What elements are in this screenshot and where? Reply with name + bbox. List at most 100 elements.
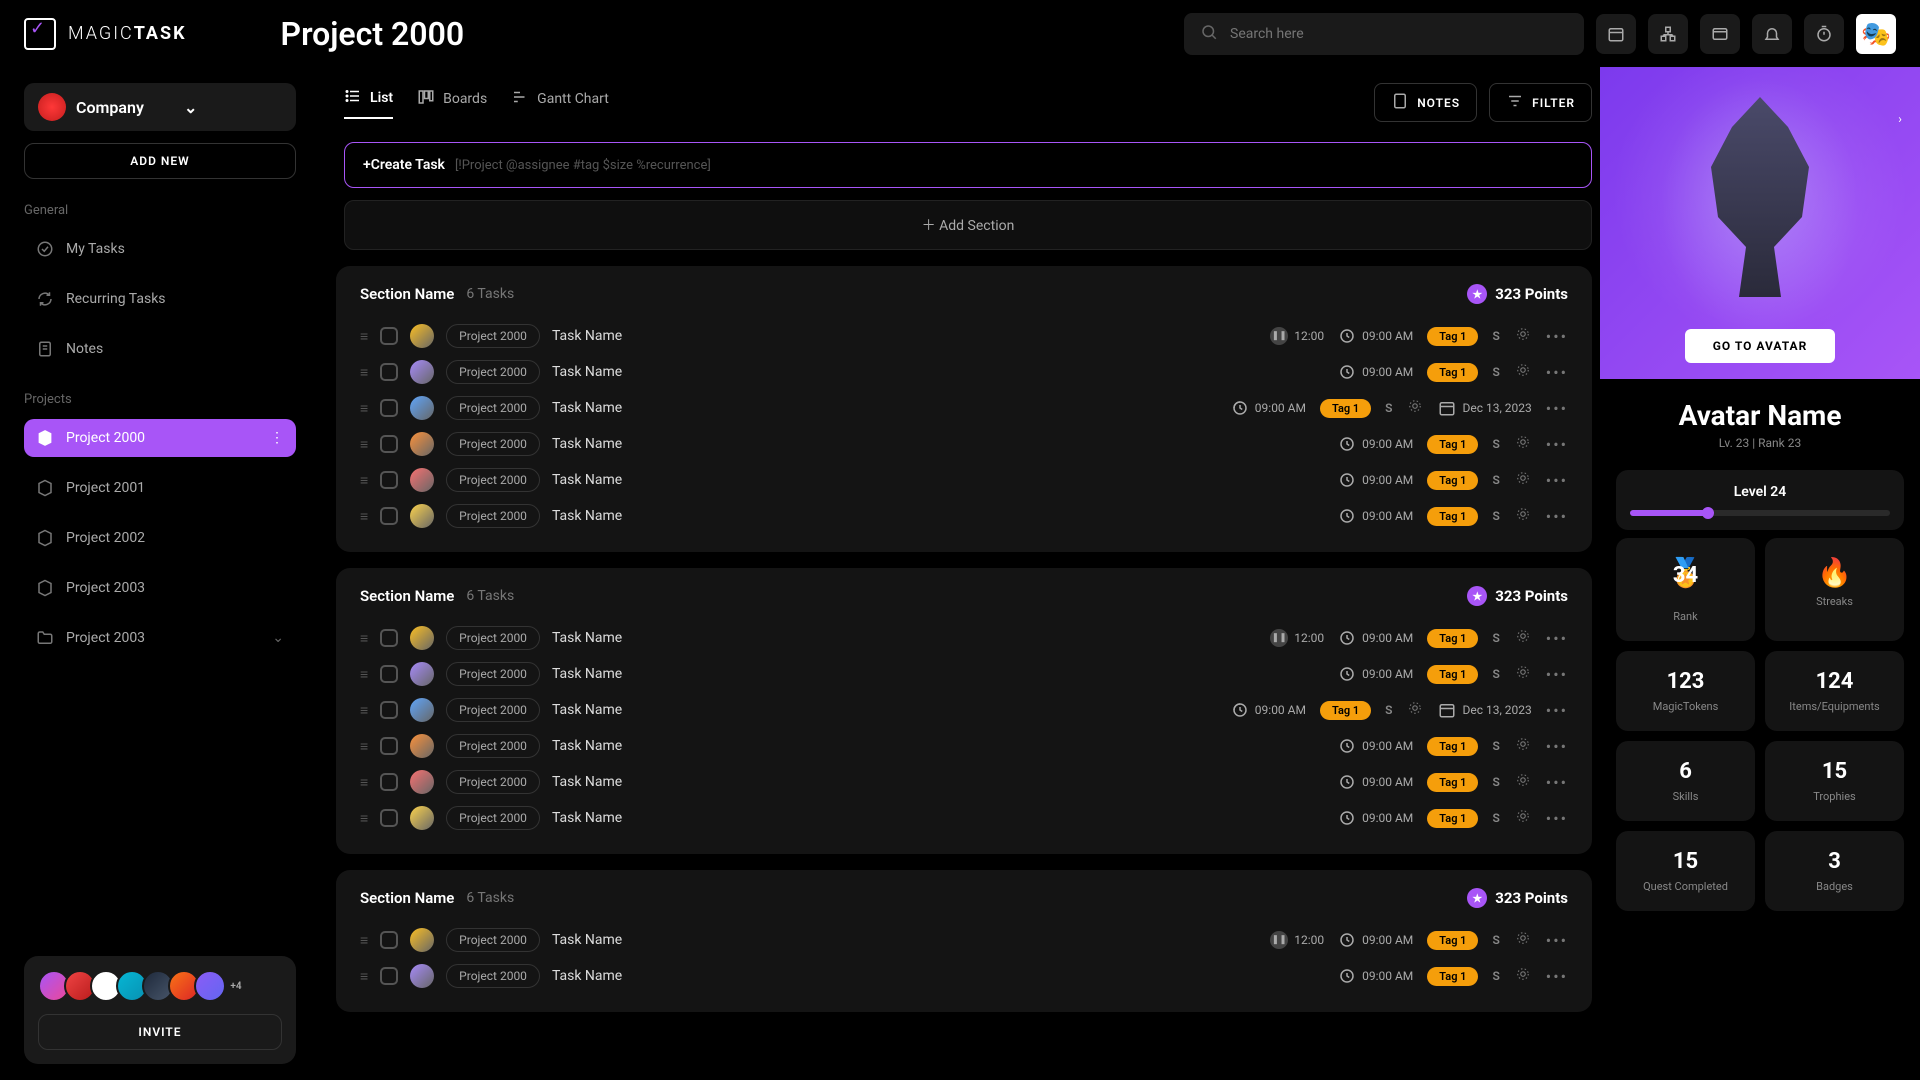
- task-name[interactable]: Task Name: [552, 508, 622, 524]
- assignee-avatar[interactable]: [410, 964, 434, 988]
- user-avatar[interactable]: 🎭: [1856, 14, 1896, 54]
- task-name[interactable]: Task Name: [552, 472, 622, 488]
- drag-handle[interactable]: ≡: [360, 436, 368, 453]
- task-name[interactable]: Task Name: [552, 630, 622, 646]
- assignee-avatar[interactable]: [410, 468, 434, 492]
- assignee-avatar[interactable]: [410, 770, 434, 794]
- ai-icon[interactable]: [1514, 965, 1532, 987]
- stat-streaks[interactable]: 🔥 Streaks: [1765, 538, 1904, 641]
- task-name[interactable]: Task Name: [552, 328, 622, 344]
- task-more-button[interactable]: •••: [1546, 737, 1568, 756]
- task-checkbox[interactable]: [380, 665, 398, 683]
- assignee-avatar[interactable]: [410, 928, 434, 952]
- stat-rank[interactable]: 🏅 34 Rank: [1616, 538, 1755, 641]
- task-tag[interactable]: Tag 1: [1427, 363, 1478, 382]
- search-input[interactable]: [1230, 26, 1568, 42]
- task-tag[interactable]: Tag 1: [1427, 967, 1478, 986]
- timer-button[interactable]: [1804, 14, 1844, 54]
- task-more-button[interactable]: •••: [1546, 399, 1568, 418]
- tab-boards[interactable]: Boards: [417, 88, 487, 118]
- drag-handle[interactable]: ≡: [360, 666, 368, 683]
- project-chip[interactable]: Project 2000: [446, 504, 540, 528]
- ai-icon[interactable]: [1406, 397, 1424, 419]
- assignee-avatar[interactable]: [410, 432, 434, 456]
- task-tag[interactable]: Tag 1: [1320, 701, 1371, 720]
- task-tag[interactable]: Tag 1: [1320, 399, 1371, 418]
- task-tag[interactable]: Tag 1: [1427, 737, 1478, 756]
- sidebar-item-recurring[interactable]: Recurring Tasks: [24, 280, 296, 318]
- sidebar-item-project-2002[interactable]: Project 2002: [24, 519, 296, 557]
- drag-handle[interactable]: ≡: [360, 738, 368, 755]
- task-name[interactable]: Task Name: [552, 702, 622, 718]
- stat-quests[interactable]: 15 Quest Completed: [1616, 831, 1755, 911]
- sidebar-item-my-tasks[interactable]: My Tasks: [24, 230, 296, 268]
- task-name[interactable]: Task Name: [552, 666, 622, 682]
- more-icon[interactable]: ⋮: [270, 430, 284, 446]
- task-name[interactable]: Task Name: [552, 738, 622, 754]
- task-tag[interactable]: Tag 1: [1427, 327, 1478, 346]
- section-name[interactable]: Section Name: [360, 889, 454, 907]
- app-logo[interactable]: MAGICTASK: [24, 18, 187, 50]
- create-task-input[interactable]: +Create Task [!Project @assignee #tag $s…: [344, 142, 1592, 188]
- tab-list[interactable]: List: [344, 87, 393, 119]
- assignee-avatar[interactable]: [410, 662, 434, 686]
- ai-icon[interactable]: [1514, 505, 1532, 527]
- task-tag[interactable]: Tag 1: [1427, 665, 1478, 684]
- task-more-button[interactable]: •••: [1546, 701, 1568, 720]
- project-chip[interactable]: Project 2000: [446, 806, 540, 830]
- task-checkbox[interactable]: [380, 363, 398, 381]
- sidebar-item-project-2003[interactable]: Project 2003: [24, 569, 296, 607]
- drag-handle[interactable]: ≡: [360, 968, 368, 985]
- stat-badges[interactable]: 3 Badges: [1765, 831, 1904, 911]
- notes-button[interactable]: NOTES: [1374, 83, 1477, 122]
- search-box[interactable]: [1184, 13, 1584, 55]
- task-checkbox[interactable]: [380, 629, 398, 647]
- drag-handle[interactable]: ≡: [360, 932, 368, 949]
- ai-icon[interactable]: [1514, 807, 1532, 829]
- task-checkbox[interactable]: [380, 399, 398, 417]
- stat-skills[interactable]: 6 Skills: [1616, 741, 1755, 821]
- hierarchy-button[interactable]: [1648, 14, 1688, 54]
- assignee-avatar[interactable]: [410, 698, 434, 722]
- task-more-button[interactable]: •••: [1546, 665, 1568, 684]
- assignee-avatar[interactable]: [410, 360, 434, 384]
- ai-icon[interactable]: [1514, 361, 1532, 383]
- project-chip[interactable]: Project 2000: [446, 626, 540, 650]
- section-name[interactable]: Section Name: [360, 285, 454, 303]
- task-more-button[interactable]: •••: [1546, 967, 1568, 986]
- sidebar-item-project-2001[interactable]: Project 2001: [24, 469, 296, 507]
- drag-handle[interactable]: ≡: [360, 328, 368, 345]
- ai-icon[interactable]: [1514, 469, 1532, 491]
- sidebar-item-project-2003-folder[interactable]: Project 2003 ⌄: [24, 619, 296, 657]
- collapse-panel-button[interactable]: ›: [1888, 107, 1912, 131]
- task-tag[interactable]: Tag 1: [1427, 507, 1478, 526]
- project-chip[interactable]: Project 2000: [446, 698, 540, 722]
- task-tag[interactable]: Tag 1: [1427, 809, 1478, 828]
- task-tag[interactable]: Tag 1: [1427, 773, 1478, 792]
- task-name[interactable]: Task Name: [552, 968, 622, 984]
- drag-handle[interactable]: ≡: [360, 702, 368, 719]
- invite-button[interactable]: INVITE: [38, 1014, 282, 1050]
- ai-icon[interactable]: [1514, 433, 1532, 455]
- project-chip[interactable]: Project 2000: [446, 928, 540, 952]
- add-new-button[interactable]: ADD NEW: [24, 143, 296, 179]
- task-more-button[interactable]: •••: [1546, 327, 1568, 346]
- task-name[interactable]: Task Name: [552, 932, 622, 948]
- task-checkbox[interactable]: [380, 809, 398, 827]
- project-chip[interactable]: Project 2000: [446, 770, 540, 794]
- task-more-button[interactable]: •••: [1546, 809, 1568, 828]
- task-more-button[interactable]: •••: [1546, 435, 1568, 454]
- calendar-button[interactable]: [1596, 14, 1636, 54]
- task-more-button[interactable]: •••: [1546, 507, 1568, 526]
- task-name[interactable]: Task Name: [552, 364, 622, 380]
- assignee-avatar[interactable]: [410, 324, 434, 348]
- drag-handle[interactable]: ≡: [360, 774, 368, 791]
- task-checkbox[interactable]: [380, 507, 398, 525]
- assignee-avatar[interactable]: [410, 504, 434, 528]
- project-chip[interactable]: Project 2000: [446, 468, 540, 492]
- ai-icon[interactable]: [1514, 627, 1532, 649]
- drag-handle[interactable]: ≡: [360, 508, 368, 525]
- task-more-button[interactable]: •••: [1546, 773, 1568, 792]
- task-name[interactable]: Task Name: [552, 810, 622, 826]
- drag-handle[interactable]: ≡: [360, 810, 368, 827]
